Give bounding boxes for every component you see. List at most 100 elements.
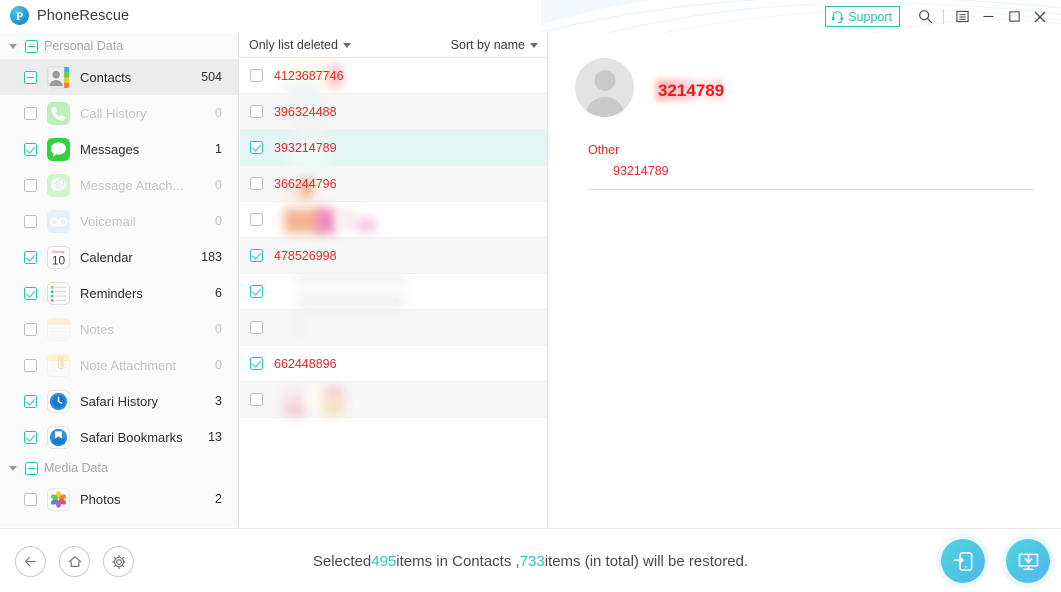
restore-to-computer-icon	[1018, 553, 1038, 570]
list-item[interactable]: 662448896	[240, 346, 547, 382]
sidebar-item-label: Reminders	[80, 285, 143, 301]
gear-icon	[111, 554, 126, 569]
item-checkbox[interactable]	[24, 142, 37, 156]
list-item[interactable]: 478526998	[240, 238, 547, 274]
list-item-checkbox[interactable]	[250, 177, 263, 190]
sidebar-item-safari-bookmarks[interactable]: Safari Bookmarks 13	[0, 419, 238, 455]
home-button[interactable]	[59, 546, 90, 577]
sidebar-group-header[interactable]: Media Data	[0, 455, 238, 481]
maximize-icon[interactable]	[1001, 4, 1027, 30]
sidebar-item-count: 13	[208, 430, 222, 444]
list-item[interactable]: 366244796	[240, 163, 547, 203]
list-item[interactable]: 4123687746	[240, 58, 547, 99]
sidebar-item-safari-history[interactable]: Safari History 3	[0, 383, 238, 419]
minimize-icon[interactable]	[975, 4, 1001, 30]
restore-to-computer-button[interactable]	[1006, 539, 1050, 583]
toolbar-divider	[943, 9, 944, 24]
item-checkbox[interactable]	[24, 178, 37, 192]
list-item[interactable]: 396324488	[240, 94, 547, 130]
item-checkbox[interactable]	[24, 214, 37, 228]
redaction-blur	[296, 273, 406, 285]
sidebar-item-message-attach[interactable]: Message Attach... 0	[0, 167, 238, 203]
list-item[interactable]	[240, 307, 547, 346]
group-caret-icon[interactable]	[9, 465, 17, 471]
sidebar-item-contacts[interactable]: Contacts 504	[0, 59, 238, 95]
sidebar-item-label: Safari Bookmarks	[80, 429, 183, 445]
redaction-blur	[306, 387, 328, 409]
sidebar-item-call-history[interactable]: Call History 0	[0, 95, 238, 131]
list-item[interactable]	[240, 202, 547, 238]
sidebar-item-calendar[interactable]: Monday 10 Calendar 183	[0, 239, 238, 275]
safari-bookmarks-icon	[47, 425, 70, 449]
list-item-checkbox[interactable]	[250, 321, 263, 334]
item-checkbox[interactable]	[24, 106, 37, 120]
app-branding: P PhoneRescue	[10, 6, 129, 25]
list-item-checkbox[interactable]	[250, 105, 263, 118]
status-prefix: Selected	[312, 552, 372, 570]
call-history-icon	[47, 101, 70, 125]
avatar-body	[584, 97, 625, 117]
item-checkbox[interactable]	[24, 492, 37, 506]
sidebar-item-label: Photos	[80, 491, 121, 507]
photos-icon	[47, 487, 70, 511]
redaction-blur	[316, 209, 336, 233]
chevron-down-icon	[530, 42, 538, 48]
list-item[interactable]: 393214789	[240, 130, 547, 166]
sidebar-item-photos[interactable]: Photos 2	[0, 481, 238, 517]
sidebar-item-notes[interactable]: Notes 0	[0, 311, 238, 347]
list-item-checkbox[interactable]	[250, 141, 263, 154]
sidebar-item-voicemail[interactable]: Voicemail 0	[0, 203, 238, 239]
group-caret-icon[interactable]	[9, 43, 17, 49]
list-item-label: 662448896	[274, 356, 337, 371]
group-checkbox[interactable]	[25, 461, 38, 475]
sidebar-item-reminders[interactable]: Reminders 6	[0, 275, 238, 311]
sidebar-item-label: Message Attach...	[80, 177, 184, 193]
sidebar[interactable]: Personal Data Contacts 504 Call History 0 Mes…	[0, 33, 239, 527]
list-item-checkbox[interactable]	[250, 285, 263, 298]
item-checkbox[interactable]	[24, 322, 37, 336]
item-checkbox[interactable]	[24, 70, 37, 84]
close-icon[interactable]	[1027, 4, 1053, 30]
group-checkbox[interactable]	[25, 39, 38, 53]
restore-to-device-icon	[953, 551, 972, 571]
item-checkbox[interactable]	[24, 430, 37, 444]
redaction-blur	[296, 295, 406, 307]
redaction-blur	[284, 401, 306, 417]
sidebar-item-label: Contacts	[80, 69, 132, 85]
selected-count: 495	[371, 552, 397, 570]
redaction-blur	[284, 209, 324, 233]
list-item-checkbox[interactable]	[250, 393, 263, 406]
list-item[interactable]	[240, 273, 547, 310]
restore-to-device-button[interactable]	[941, 539, 985, 583]
list-item-checkbox[interactable]	[250, 213, 263, 226]
sidebar-group-label: Personal Data	[44, 39, 124, 53]
support-button[interactable]: Support	[825, 6, 900, 27]
filter-dropdown[interactable]: Only list deleted	[249, 38, 351, 52]
sort-dropdown[interactable]: Sort by name	[451, 38, 538, 52]
reminders-icon	[47, 281, 70, 305]
bottom-bar: Selected 495 items in Contacts , 733 ite…	[0, 528, 1061, 592]
list-item-checkbox[interactable]	[250, 357, 263, 370]
back-button[interactable]	[15, 546, 46, 577]
contact-field-label: Other	[588, 143, 620, 157]
redaction-blur	[336, 209, 356, 229]
item-checkbox[interactable]	[24, 250, 37, 264]
list-item-checkbox[interactable]	[250, 69, 263, 82]
list-item[interactable]	[240, 382, 547, 418]
sidebar-item-messages[interactable]: Messages 1	[0, 131, 238, 167]
list-item-label: 396324488	[274, 104, 337, 119]
status-text: Selected 495 items in Contacts , 733 ite…	[0, 529, 1061, 592]
message-attachment-icon	[47, 173, 70, 197]
list-item-checkbox[interactable]	[250, 249, 263, 262]
status-mid: items in Contacts ,	[396, 552, 520, 570]
item-checkbox[interactable]	[24, 358, 37, 372]
settings-button[interactable]	[103, 546, 134, 577]
item-checkbox[interactable]	[24, 394, 37, 408]
item-checkbox[interactable]	[24, 286, 37, 300]
sidebar-item-note-attachment[interactable]: Note Attachment 0	[0, 347, 238, 383]
menu-icon[interactable]	[949, 4, 975, 30]
sidebar-group-header[interactable]: Personal Data	[0, 33, 238, 59]
search-icon[interactable]	[912, 4, 938, 30]
redaction-blur	[296, 315, 299, 337]
contacts-icon	[47, 65, 70, 89]
